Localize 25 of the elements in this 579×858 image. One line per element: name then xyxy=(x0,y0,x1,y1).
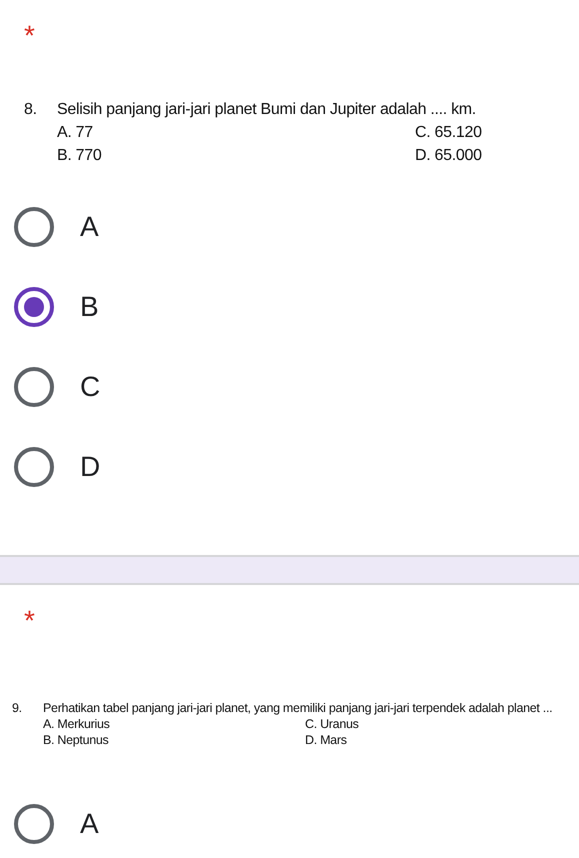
option-label: A xyxy=(80,808,99,840)
answer-choice: A. Merkurius xyxy=(43,716,111,732)
question-number: 8. xyxy=(24,100,38,120)
required-asterisk: * xyxy=(23,604,36,625)
question-text: Perhatikan tabel panjang jari-jari planet, yang memiliki panjang jari-jari terpendek adalah planet ... xyxy=(43,700,554,716)
question-text: Selisih panjang jari-jari planet Bumi dan Jupiter adalah .... km. xyxy=(57,100,477,120)
answer-choice: D. 65.000 xyxy=(415,146,483,166)
answer-choice: B. Neptunus xyxy=(43,732,110,748)
answer-choice: B. 770 xyxy=(57,146,102,166)
radio-dot xyxy=(24,297,44,317)
radio-button[interactable] xyxy=(14,367,54,407)
radio-button[interactable] xyxy=(14,447,54,487)
radio-button[interactable] xyxy=(14,207,54,247)
option-label: D xyxy=(80,451,100,483)
answer-choice: C. 65.120 xyxy=(415,123,483,143)
radio-button[interactable] xyxy=(14,804,54,844)
answer-choice: A. 77 xyxy=(57,123,94,143)
radio-button[interactable] xyxy=(14,287,54,327)
answer-choice: C. Uranus xyxy=(305,716,360,732)
required-asterisk: * xyxy=(23,19,36,40)
option-label: C xyxy=(80,371,100,403)
answer-choice: D. Mars xyxy=(305,732,348,748)
option-label: B xyxy=(80,291,99,323)
option-label: A xyxy=(80,211,99,243)
question-number: 9. xyxy=(12,700,23,717)
